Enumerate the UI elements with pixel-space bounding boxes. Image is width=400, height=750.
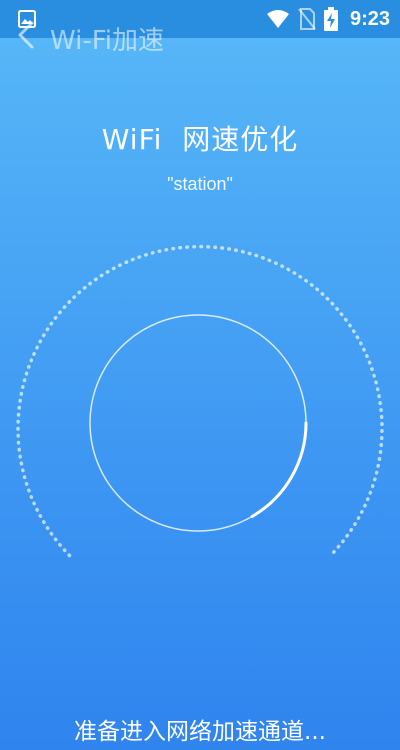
back-arrow-icon[interactable] [14,20,38,50]
page-title: WiFi 网速优化 [0,118,400,158]
gauge-progress-arc [250,421,308,518]
page-title-text: 网速优化 [182,123,299,156]
speed-gauge [16,244,384,558]
network-ssid: "station" [167,174,233,194]
page-title-brand: WiFi [101,123,163,156]
nav-title: Wi-Fi加速 [50,26,165,56]
status-message: 准备进入网络加速通道... [74,719,326,745]
nav-bar: Wi-Fi加速 [0,14,400,56]
gauge-outer-dotted-ring [16,244,384,558]
